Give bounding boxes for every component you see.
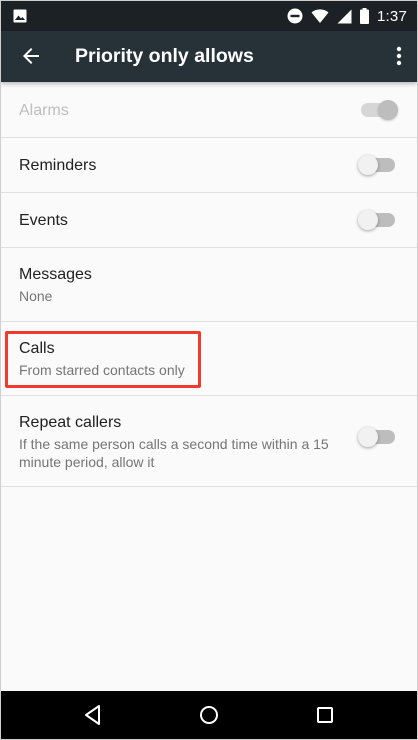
back-triangle-icon[interactable]	[81, 703, 105, 727]
setting-reminders-label: Reminders	[19, 157, 97, 174]
setting-reminders[interactable]: Reminders	[1, 138, 417, 193]
app-bar: Priority only allows	[1, 31, 417, 82]
arrow-back-icon[interactable]	[19, 44, 43, 68]
events-toggle[interactable]	[358, 210, 395, 230]
setting-repeat-callers-description: If the same person calls a second time w…	[19, 436, 329, 470]
battery-icon	[360, 8, 369, 24]
setting-calls[interactable]: Calls From starred contacts only	[1, 322, 417, 396]
more-vert-icon[interactable]	[395, 44, 403, 68]
setting-events[interactable]: Events	[1, 193, 417, 248]
cellular-signal-icon	[337, 9, 352, 23]
setting-repeat-callers-label: Repeat callers	[19, 414, 122, 431]
setting-events-label: Events	[19, 212, 68, 229]
setting-repeat-callers[interactable]: Repeat callers If the same person calls …	[1, 396, 417, 487]
recents-square-icon[interactable]	[313, 703, 337, 727]
navigation-bar	[1, 691, 417, 739]
setting-alarms-label: Alarms	[19, 102, 69, 119]
toggle-knob	[378, 100, 398, 120]
do-not-disturb-icon	[287, 8, 303, 24]
setting-calls-label: Calls	[19, 340, 55, 357]
toggle-knob	[358, 427, 378, 447]
alarms-toggle	[361, 100, 398, 120]
image-icon	[13, 9, 27, 23]
setting-calls-value: From starred contacts only	[19, 362, 185, 378]
toggle-knob	[358, 210, 378, 230]
setting-messages-value: None	[19, 288, 53, 304]
setting-messages-label: Messages	[19, 266, 92, 283]
setting-alarms: Alarms	[1, 82, 417, 138]
settings-list: Alarms Reminders Events Messages None Ca…	[1, 82, 417, 487]
page-title: Priority only allows	[75, 45, 254, 67]
toggle-knob	[358, 155, 378, 175]
repeat-callers-toggle[interactable]	[358, 427, 395, 447]
wifi-icon	[311, 8, 329, 23]
status-time: 1:37	[377, 7, 407, 25]
device-screen: 1:37 Priority only allows Alarms Reminde…	[1, 1, 417, 739]
status-bar: 1:37	[1, 1, 417, 31]
home-circle-icon[interactable]	[197, 703, 221, 727]
setting-messages[interactable]: Messages None	[1, 248, 417, 322]
reminders-toggle[interactable]	[358, 155, 395, 175]
